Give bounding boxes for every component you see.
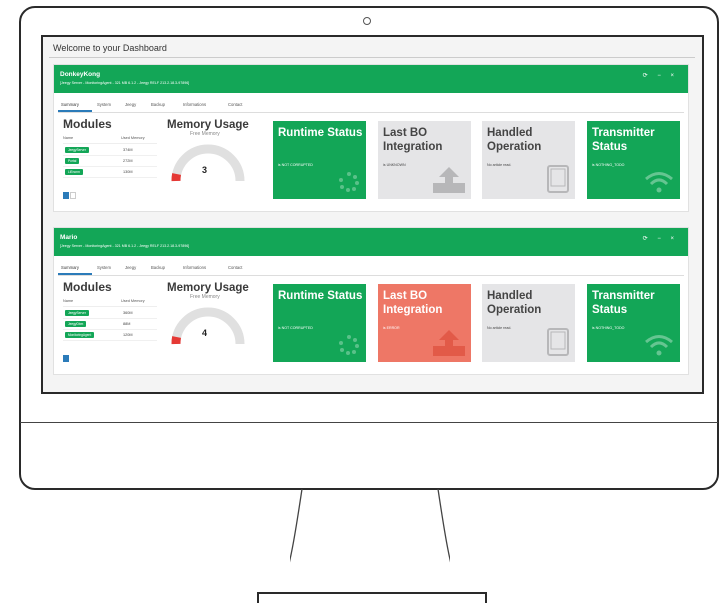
tab-backup[interactable]: Backup (151, 265, 165, 270)
tile-status: is NOT CORRUPTED (278, 163, 313, 167)
active-tab-indicator (58, 273, 92, 275)
tile-transmitter-status[interactable]: Transmitter Status is NOTHING_TODO (587, 284, 680, 362)
memory-usage-subtitle: Free Memory (190, 294, 220, 300)
tile-status: is NOTHING_TODO (592, 163, 625, 167)
tab-contact[interactable]: Contact (228, 102, 242, 107)
monitor-chin-divider (20, 422, 718, 423)
gauge-value: 4 (202, 328, 208, 338)
tile-title: Last BO Integration (383, 127, 443, 153)
monitor-stand (290, 489, 450, 563)
tab-bar: Summary System Jeegy Backup Informations… (58, 263, 684, 276)
tab-jeegy[interactable]: Jeegy (125, 102, 136, 107)
module-badge: LiEnorm (65, 169, 83, 175)
tab-summary[interactable]: Summary (61, 265, 79, 270)
memory-usage-title: Memory Usage (167, 282, 249, 294)
spinner-icon (339, 335, 359, 355)
tile-runtime-status[interactable]: Runtime Status is NOT CORRUPTED (273, 121, 366, 199)
tab-contact[interactable]: Contact (228, 265, 242, 270)
panel-window-controls[interactable]: ⟳ − × (643, 72, 678, 79)
tile-handled-operation[interactable]: Handled Operation No article read. (482, 121, 575, 199)
col-used-memory: Used Memory (121, 299, 145, 303)
memory-usage-subtitle: Free Memory (190, 131, 220, 137)
pagination-page-1[interactable] (63, 192, 69, 199)
panel-header: Mario [Jeegy Server - MonitoringAgent - … (54, 228, 688, 256)
panel-subtitle: [Jeegy Server - MonitoringAgent - 321 MB… (60, 81, 190, 85)
upload-icon (433, 167, 465, 193)
server-panel-mario: Mario [Jeegy Server - MonitoringAgent - … (53, 227, 689, 375)
tile-handled-operation[interactable]: Handled Operation No article read. (482, 284, 575, 362)
module-badge: Portal (65, 158, 80, 164)
tile-last-bo-integration[interactable]: Last BO Integration is UNKNOWN (378, 121, 471, 199)
module-badge: JeegyServer (65, 310, 89, 316)
panel-header: DonkeyKong [Jeegy Server - MonitoringAge… (54, 65, 688, 93)
tile-status: is UNKNOWN (383, 163, 406, 167)
tab-backup[interactable]: Backup (151, 102, 165, 107)
panel-window-controls[interactable]: ⟳ − × (643, 235, 678, 242)
module-memory: 272M (123, 159, 133, 163)
module-memory: 360M (123, 311, 133, 315)
tile-status: is NOT CORRUPTED (278, 326, 313, 330)
panel-title: Mario (60, 234, 78, 241)
server-panel-donkeykong: DonkeyKong [Jeegy Server - MonitoringAge… (53, 64, 689, 212)
tablet-icon (547, 165, 569, 193)
module-badge: MonitoringAgent (65, 332, 95, 338)
tab-informations[interactable]: Informations (183, 265, 206, 270)
pagination-page-1[interactable] (63, 355, 69, 362)
tile-title: Handled Operation (487, 127, 542, 153)
module-badge: JeegyDbm (65, 321, 87, 327)
modules-table-header: Name Used Memory (63, 299, 157, 307)
tile-runtime-status[interactable]: Runtime Status is NOT CORRUPTED (273, 284, 366, 362)
memory-usage-title: Memory Usage (167, 119, 249, 131)
tile-status: No article read. (487, 326, 512, 330)
tab-system[interactable]: System (97, 265, 111, 270)
wifi-icon (645, 172, 673, 193)
tile-status: is ERROR (383, 326, 400, 330)
tab-informations[interactable]: Informations (183, 102, 206, 107)
title-divider (49, 57, 695, 58)
spinner-icon (339, 172, 359, 192)
tile-title: Runtime Status (278, 290, 363, 302)
memory-gauge (171, 307, 245, 345)
screen: Welcome to your Dashboard DonkeyKong [Je… (41, 35, 704, 394)
tile-title: Handled Operation (487, 290, 542, 316)
camera-dot (363, 17, 371, 25)
module-memory: 88M (123, 322, 131, 326)
col-name: Name (63, 299, 74, 303)
module-memory: 374M (123, 148, 133, 152)
modules-title: Modules (63, 117, 112, 131)
tile-title: Runtime Status (278, 127, 363, 139)
wifi-icon (645, 335, 673, 356)
tab-jeegy[interactable]: Jeegy (125, 265, 136, 270)
modules-table-header: Name Used Memory (63, 136, 157, 144)
table-row: MonitoringAgent 120M (63, 329, 157, 341)
table-row: LiEnorm 130M (63, 166, 157, 178)
col-used-memory: Used Memory (121, 136, 145, 140)
tablet-icon (547, 328, 569, 356)
module-memory: 120M (123, 333, 133, 337)
gauge-value: 3 (202, 165, 208, 175)
active-tab-indicator (58, 110, 92, 112)
panel-title: DonkeyKong (60, 71, 101, 78)
module-memory: 130M (123, 170, 133, 174)
tile-title: Transmitter Status (592, 290, 655, 316)
tile-transmitter-status[interactable]: Transmitter Status is NOTHING_TODO (587, 121, 680, 199)
tile-title: Transmitter Status (592, 127, 655, 153)
tab-system[interactable]: System (97, 102, 111, 107)
upload-icon (433, 330, 465, 356)
tab-bar: Summary System Jeegy Backup Informations… (58, 100, 684, 113)
col-name: Name (63, 136, 74, 140)
page-title: Welcome to your Dashboard (53, 43, 167, 53)
tile-last-bo-integration[interactable]: Last BO Integration is ERROR (378, 284, 471, 362)
panel-subtitle: [Jeegy Server - MonitoringAgent - 321 MB… (60, 244, 190, 248)
module-badge: JeegyServer (65, 147, 89, 153)
modules-title: Modules (63, 280, 112, 294)
pagination-page-2[interactable] (70, 192, 76, 199)
monitor-base (257, 592, 487, 603)
tile-status: No article read. (487, 163, 512, 167)
tile-title: Last BO Integration (383, 290, 443, 316)
memory-gauge (171, 144, 245, 182)
tab-summary[interactable]: Summary (61, 102, 79, 107)
tile-status: is NOTHING_TODO (592, 326, 625, 330)
